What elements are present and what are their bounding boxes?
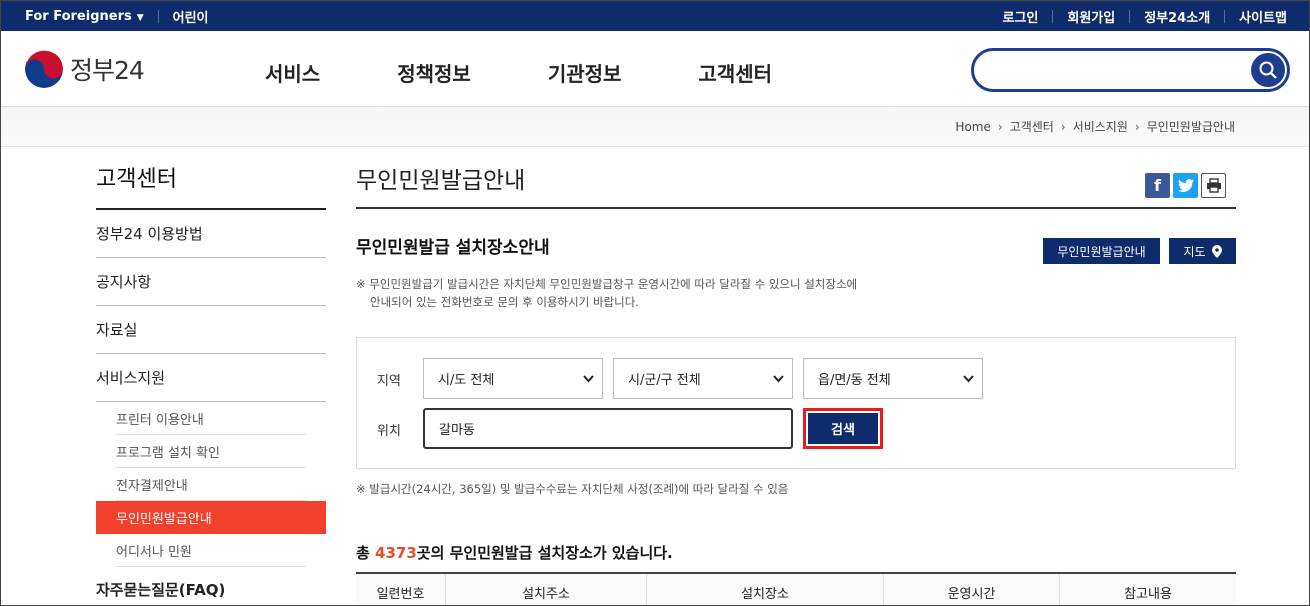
results-table-header: 일련번호 설치주소 설치장소 운영시간 참고내용 <box>356 572 1236 605</box>
region-label: 지역 <box>377 374 401 389</box>
page-title: 무인민원발급안내 f <box>356 161 1236 209</box>
chevron-down-icon <box>963 372 974 386</box>
caret-down-icon: ▼ <box>136 12 144 23</box>
col-address: 설치주소 <box>446 574 647 605</box>
col-serial: 일련번호 <box>356 574 446 605</box>
sido-select-value: 시/도 전체 <box>438 373 495 388</box>
location-input-value: 갈마동 <box>439 423 475 438</box>
sidebar-item-service-support[interactable]: 서비스지원 <box>96 354 326 402</box>
sidebar-subitem-program-check[interactable]: 프로그램 설치 확인 <box>116 435 306 468</box>
search-input[interactable] <box>971 48 1290 92</box>
col-hours: 운영시간 <box>884 574 1060 605</box>
chevron-right-icon: › <box>1060 119 1066 134</box>
col-notes: 참고내용 <box>1124 586 1172 602</box>
login-link[interactable]: 로그인 <box>1002 7 1038 26</box>
logo-text: 정부24 <box>70 56 145 85</box>
nav-customer-center[interactable]: 고객센터 <box>698 58 772 87</box>
sitemap-link[interactable]: 사이트맵 <box>1239 7 1287 26</box>
map-button-label: 지도 <box>1183 244 1206 259</box>
sidebar-item-faq[interactable]: 자주묻는질문(FAQ) <box>96 567 326 605</box>
result-count: 총 4373곳의 무인민원발급 설치장소가 있습니다. <box>356 542 673 563</box>
notice-operating-hours: ※ 무인민원발급기 발급시간은 자치단체 무인민원발급창구 운영시간에 따라 달… <box>356 275 857 311</box>
chevron-right-icon: › <box>1134 119 1140 134</box>
breadcrumb-customer-center[interactable]: 고객센터 <box>1010 118 1054 135</box>
location-input[interactable]: 갈마동 <box>423 408 793 449</box>
breadcrumb-service-support[interactable]: 서비스지원 <box>1073 118 1128 135</box>
location-search-button-highlight: 검색 <box>803 408 883 449</box>
notice-line-2: 안내되어 있는 전화번호로 문의 후 이용하시기 바랍니다. <box>370 295 639 309</box>
count-prefix: 총 <box>356 544 376 562</box>
twitter-icon[interactable] <box>1173 173 1198 198</box>
sidebar-subitem-printer[interactable]: 프린터 이용안내 <box>116 402 306 435</box>
sidebar-title: 고객센터 <box>96 161 326 210</box>
kiosk-info-button[interactable]: 무인민원발급안내 <box>1043 238 1160 264</box>
top-utility-bar: For Foreigners ▼ 어린이 로그인 회원가입 정부24소개 사이트맵 <box>1 1 1309 31</box>
about-link[interactable]: 정부24소개 <box>1144 7 1210 26</box>
taegeuk-logo-icon <box>25 50 63 88</box>
chevron-down-icon <box>773 372 784 386</box>
search-button[interactable] <box>1251 53 1285 87</box>
breadcrumb-home[interactable]: Home <box>955 120 990 134</box>
nav-agencies[interactable]: 기관정보 <box>548 58 622 87</box>
print-icon[interactable] <box>1201 173 1226 198</box>
main-header: 정부24 서비스 정책정보 기관정보 고객센터 <box>1 31 1309 107</box>
for-foreigners-link[interactable]: For Foreigners ▼ <box>25 9 144 24</box>
sidebar-submenu: 프린터 이용안내 프로그램 설치 확인 전자결제안내 무인민원발급안내 어디서나… <box>96 402 326 567</box>
location-search-button[interactable]: 검색 <box>808 413 878 444</box>
col-place: 설치장소 <box>647 574 884 605</box>
sidebar-subitem-kiosk[interactable]: 무인민원발급안내 <box>96 501 326 534</box>
kids-link[interactable]: 어린이 <box>173 7 209 26</box>
sigungu-select[interactable]: 시/군/구 전체 <box>613 358 793 399</box>
facebook-icon[interactable]: f <box>1145 173 1170 198</box>
chevron-right-icon: › <box>997 119 1003 134</box>
sido-select[interactable]: 시/도 전체 <box>423 358 603 399</box>
breadcrumb: Home › 고객센터 › 서비스지원 › 무인민원발급안내 <box>1 107 1309 147</box>
signup-link[interactable]: 회원가입 <box>1067 7 1115 26</box>
sidebar-item-archive[interactable]: 자료실 <box>96 306 326 354</box>
sidebar-item-notices[interactable]: 공지사항 <box>96 258 326 306</box>
sidebar-item-usage[interactable]: 정부24 이용방법 <box>96 210 326 258</box>
map-button[interactable]: 지도 <box>1169 238 1236 264</box>
page-title-text: 무인민원발급안내 <box>356 168 526 194</box>
eupmyeondong-select[interactable]: 읍/면/동 전체 <box>803 358 983 399</box>
notice-fees: ※ 발급시간(24시간, 365일) 및 발급수수료는 자치단체 사정(조례)에… <box>356 482 789 496</box>
logo[interactable]: 정부24 <box>25 50 145 88</box>
count-suffix: 곳의 무인민원발급 설치장소가 있습니다. <box>416 544 673 562</box>
share-tools: f <box>1142 173 1226 198</box>
eupmyeondong-select-value: 읍/면/동 전체 <box>818 373 891 388</box>
sidebar: 고객센터 정부24 이용방법 공지사항 자료실 서비스지원 프린터 이용안내 프… <box>96 161 326 605</box>
map-pin-icon <box>1211 244 1222 258</box>
count-number: 4373 <box>375 544 417 562</box>
nav-policy[interactable]: 정책정보 <box>397 58 471 87</box>
search-icon <box>1259 61 1277 79</box>
sigungu-select-value: 시/군/구 전체 <box>628 373 701 388</box>
page: For Foreigners ▼ 어린이 로그인 회원가입 정부24소개 사이트맵… <box>0 0 1310 606</box>
sidebar-subitem-payment[interactable]: 전자결제안내 <box>116 468 306 501</box>
location-label: 위치 <box>377 424 401 439</box>
global-nav: 서비스 정책정보 기관정보 고객센터 <box>265 58 849 87</box>
nav-services[interactable]: 서비스 <box>265 58 320 87</box>
search-filter-panel: 지역 시/도 전체 시/군/구 전체 읍/면/동 전체 위치 갈마동 검색 <box>356 337 1236 469</box>
chevron-down-icon <box>583 372 594 386</box>
breadcrumb-current: 무인민원발급안내 <box>1146 120 1235 134</box>
section-title: 무인민원발급 설치장소안내 <box>356 238 550 258</box>
sidebar-subitem-anywhere[interactable]: 어디서나 민원 <box>116 534 306 567</box>
main-content: 무인민원발급안내 f 무인민원발급 설치장소안내 무인민원발급안내 지도 ※ 무… <box>356 161 1236 605</box>
notice-line-1: ※ 무인민원발급기 발급시간은 자치단체 무인민원발급창구 운영시간에 따라 달… <box>356 277 858 291</box>
